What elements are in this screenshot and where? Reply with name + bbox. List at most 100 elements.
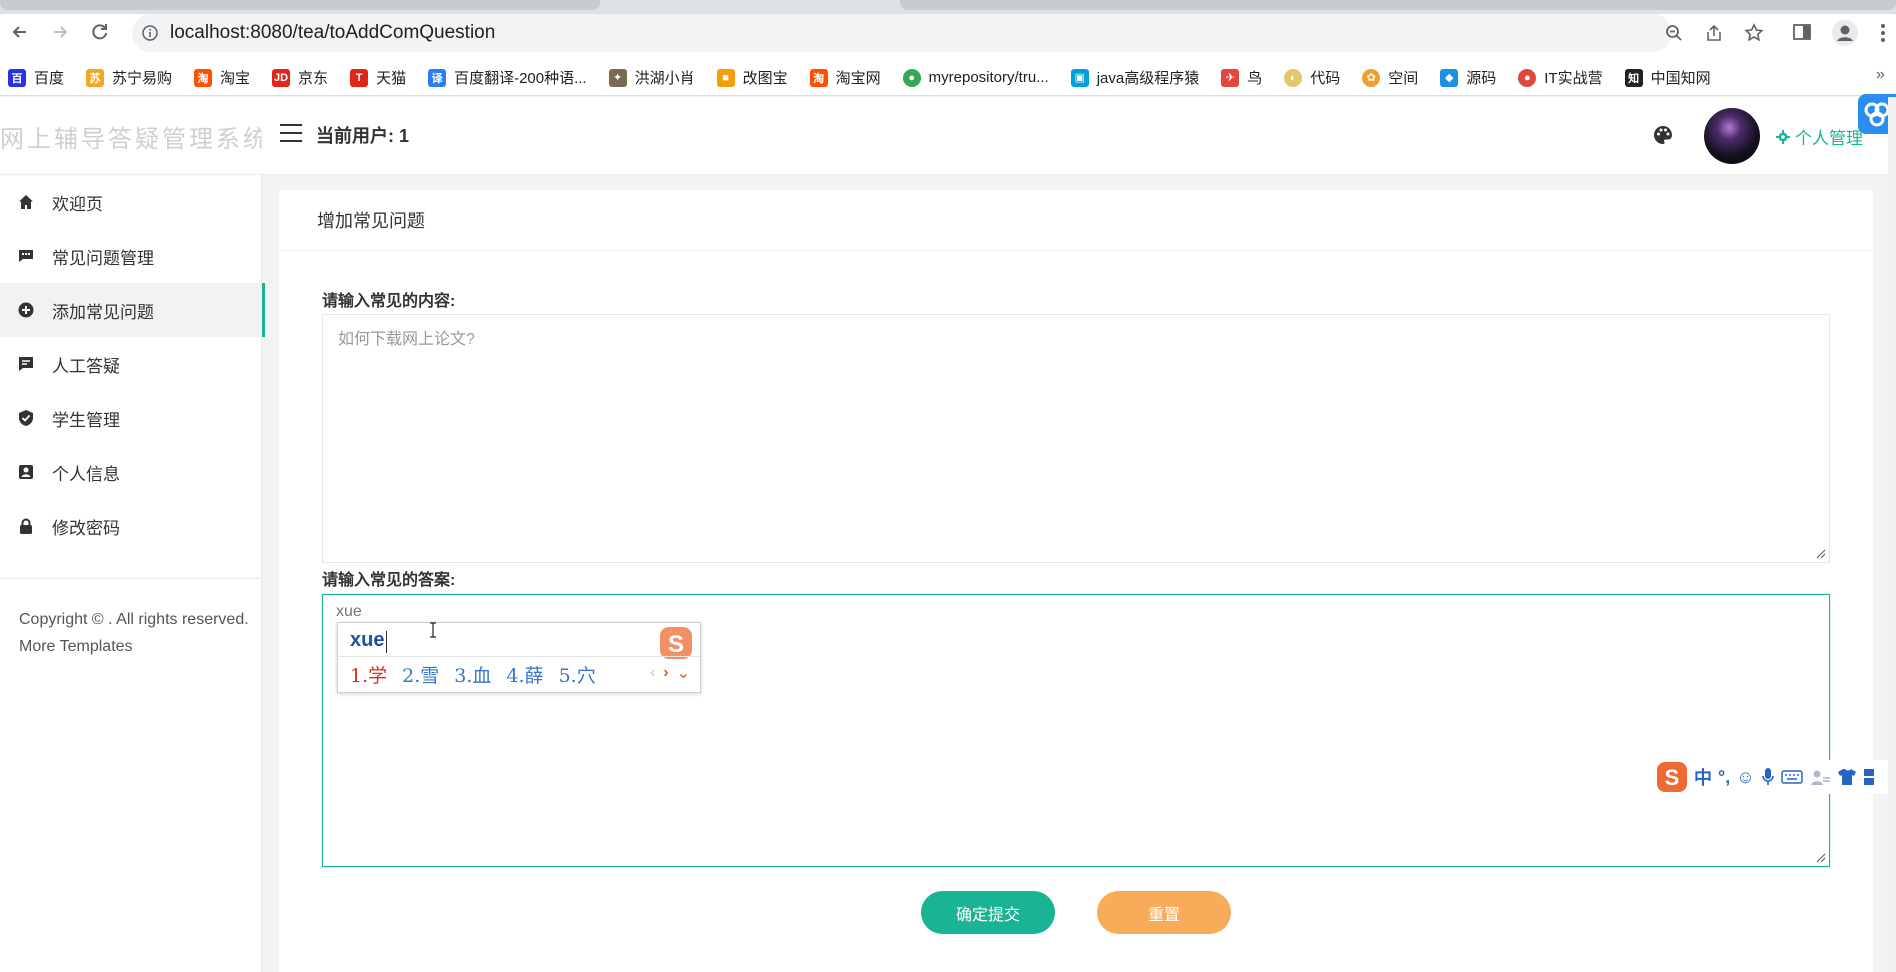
ime-nav: ‹ › ⌄ xyxy=(650,663,690,683)
text-cursor-icon xyxy=(428,622,438,638)
bookmark-item[interactable]: JD 京东 xyxy=(272,67,328,88)
menu-toggle-icon[interactable] xyxy=(280,124,302,142)
baidu-translate-icon: 译 xyxy=(428,68,447,87)
resize-handle-icon[interactable] xyxy=(1816,853,1826,863)
content-textarea[interactable]: 如何下载网上论文? xyxy=(322,314,1830,563)
ime-candidate[interactable]: 1.学 xyxy=(350,661,387,688)
bookmark-item[interactable]: ✈ 鸟 xyxy=(1221,67,1262,88)
reset-button[interactable]: 重置 xyxy=(1097,891,1231,934)
skin-shirt-icon[interactable] xyxy=(1837,768,1857,786)
sidebar-item-faq-management[interactable]: 常见问题管理 xyxy=(0,229,262,283)
bookmark-item[interactable]: ◆ 源码 xyxy=(1440,67,1496,88)
browser-menu-icon[interactable] xyxy=(1880,22,1888,44)
ime-divider xyxy=(338,656,700,657)
sidebar-item-welcome[interactable]: 欢迎页 xyxy=(0,175,262,229)
bookmarks-bar: 百百度 苏苏宁易购 淘淘宝 JD 京东 T 天猫 译百度翻译-200种语... ✦ 洪… xyxy=(0,60,1896,96)
bookmark-item[interactable]: 苏苏宁易购 xyxy=(86,67,172,88)
message-icon xyxy=(16,354,36,374)
bookmark-item[interactable]: ● myrepository/tru... xyxy=(902,68,1049,87)
bookmark-item[interactable]: ● IT实战营 xyxy=(1518,67,1603,88)
svg-text:S: S xyxy=(668,631,684,658)
content-label: 请输入常见的内容: xyxy=(322,293,456,310)
sidebar-item-change-password[interactable]: 修改密码 xyxy=(0,499,262,553)
bookmark-item[interactable]: ✿ 空间 xyxy=(1362,67,1418,88)
emoji-icon[interactable]: ☺ xyxy=(1736,767,1754,788)
gear-icon xyxy=(1776,129,1790,144)
ime-candidate[interactable]: 5.穴 xyxy=(559,661,596,688)
jd-icon: JD xyxy=(272,68,291,87)
omnibox[interactable]: localhost:8080/tea/toAddComQuestion xyxy=(132,14,1764,52)
bookmark-star-icon[interactable] xyxy=(1744,23,1764,43)
moon-icon: ◐ xyxy=(1284,68,1303,87)
share-icon[interactable] xyxy=(1704,23,1724,43)
browser-tab[interactable] xyxy=(900,0,1896,10)
bird-icon: ✦ xyxy=(608,68,627,87)
ime-candidate[interactable]: 3.血 xyxy=(454,661,491,688)
palette-icon[interactable] xyxy=(1652,124,1676,148)
back-icon[interactable] xyxy=(2,14,38,50)
submit-button[interactable]: 确定提交 xyxy=(921,891,1055,934)
sidebar-item-manual-qa[interactable]: 人工答疑 xyxy=(0,337,262,391)
sidebar-item-personal-info[interactable]: 个人信息 xyxy=(0,445,262,499)
comment-icon xyxy=(16,246,36,266)
home-icon xyxy=(16,192,36,212)
docker-icon: ◆ xyxy=(1440,68,1459,87)
bookmark-item[interactable]: T 天猫 xyxy=(350,67,406,88)
ime-candidate[interactable]: 4.薛 xyxy=(506,661,543,688)
ime-composition: xue xyxy=(350,629,385,651)
page-scrollbar[interactable] xyxy=(1888,97,1896,972)
ime-mode-indicator[interactable]: 中 xyxy=(1694,764,1712,790)
ime-candidate[interactable]: 2.雪 xyxy=(402,661,439,688)
contact-card-icon xyxy=(16,462,36,482)
toolbox-icon[interactable] xyxy=(1863,768,1875,786)
ime-prev-icon[interactable]: ‹ xyxy=(650,664,655,682)
reload-icon[interactable] xyxy=(82,14,118,50)
url-text[interactable]: localhost:8080/tea/toAddComQuestion xyxy=(170,22,495,44)
content-placeholder: 如何下载网上论文? xyxy=(338,331,475,348)
browser-tab-strip xyxy=(0,0,1896,14)
taobao-net-icon: 淘 xyxy=(809,68,828,87)
microphone-icon[interactable] xyxy=(1761,767,1775,787)
personal-menu-label: 个人管理 xyxy=(1795,129,1863,148)
bookmark-item[interactable]: 知中国知网 xyxy=(1624,67,1711,88)
personal-menu[interactable]: 个人管理 xyxy=(1776,124,1863,149)
ime-expand-icon[interactable]: ⌄ xyxy=(677,663,690,683)
avatar[interactable] xyxy=(1704,108,1760,164)
page-title: 增加常见问题 xyxy=(279,190,1873,251)
zoom-icon[interactable] xyxy=(1664,23,1684,43)
svg-text:S: S xyxy=(1665,765,1680,790)
sidebar-item-add-faq[interactable]: 添加常见问题 xyxy=(0,283,265,337)
resize-handle-icon[interactable] xyxy=(1816,549,1826,559)
app-logo: 网上辅导答疑管理系统 xyxy=(0,124,262,153)
sidebar-item-student-management[interactable]: 学生管理 xyxy=(0,391,262,445)
chrome-red-icon: ● xyxy=(1518,68,1537,87)
bookmarks-overflow-icon[interactable]: » xyxy=(1876,66,1885,84)
bookmark-item[interactable]: 淘淘宝网 xyxy=(809,67,881,88)
tmall-icon: T xyxy=(350,68,369,87)
bookmark-item[interactable]: 百百度 xyxy=(8,67,64,88)
side-panel-icon[interactable] xyxy=(1792,22,1812,42)
user-manager-icon[interactable] xyxy=(1809,768,1831,786)
bookmark-item[interactable]: 译百度翻译-200种语... xyxy=(428,67,587,88)
site-info-icon[interactable] xyxy=(140,23,160,43)
profile-icon[interactable] xyxy=(1832,20,1858,46)
ime-next-icon[interactable]: › xyxy=(663,664,668,682)
punctuation-icon[interactable]: °, xyxy=(1718,767,1730,788)
browser-tab[interactable] xyxy=(0,0,600,10)
space-icon: ✿ xyxy=(1362,68,1381,87)
chrome-icon: ● xyxy=(902,68,921,87)
shield-check-icon xyxy=(16,408,36,428)
cnki-icon: 知 xyxy=(1624,68,1643,87)
answer-label: 请输入常见的答案: xyxy=(322,572,456,589)
lock-icon xyxy=(16,516,36,536)
bookmark-item[interactable]: ■ 改图宝 xyxy=(716,67,788,88)
forward-icon[interactable] xyxy=(42,14,78,50)
bookmark-item[interactable]: ◐ 代码 xyxy=(1284,67,1340,88)
bookmark-item[interactable]: ✦ 洪湖小肖 xyxy=(608,67,695,88)
keyboard-icon[interactable] xyxy=(1780,769,1803,785)
gaitubao-icon: ■ xyxy=(716,68,735,87)
bookmark-item[interactable]: 淘淘宝 xyxy=(194,67,250,88)
sogou-status-icon[interactable]: S xyxy=(1656,761,1688,793)
plus-circle-icon xyxy=(16,300,36,320)
bookmark-item[interactable]: ▣ java高级程序猿 xyxy=(1070,67,1199,88)
